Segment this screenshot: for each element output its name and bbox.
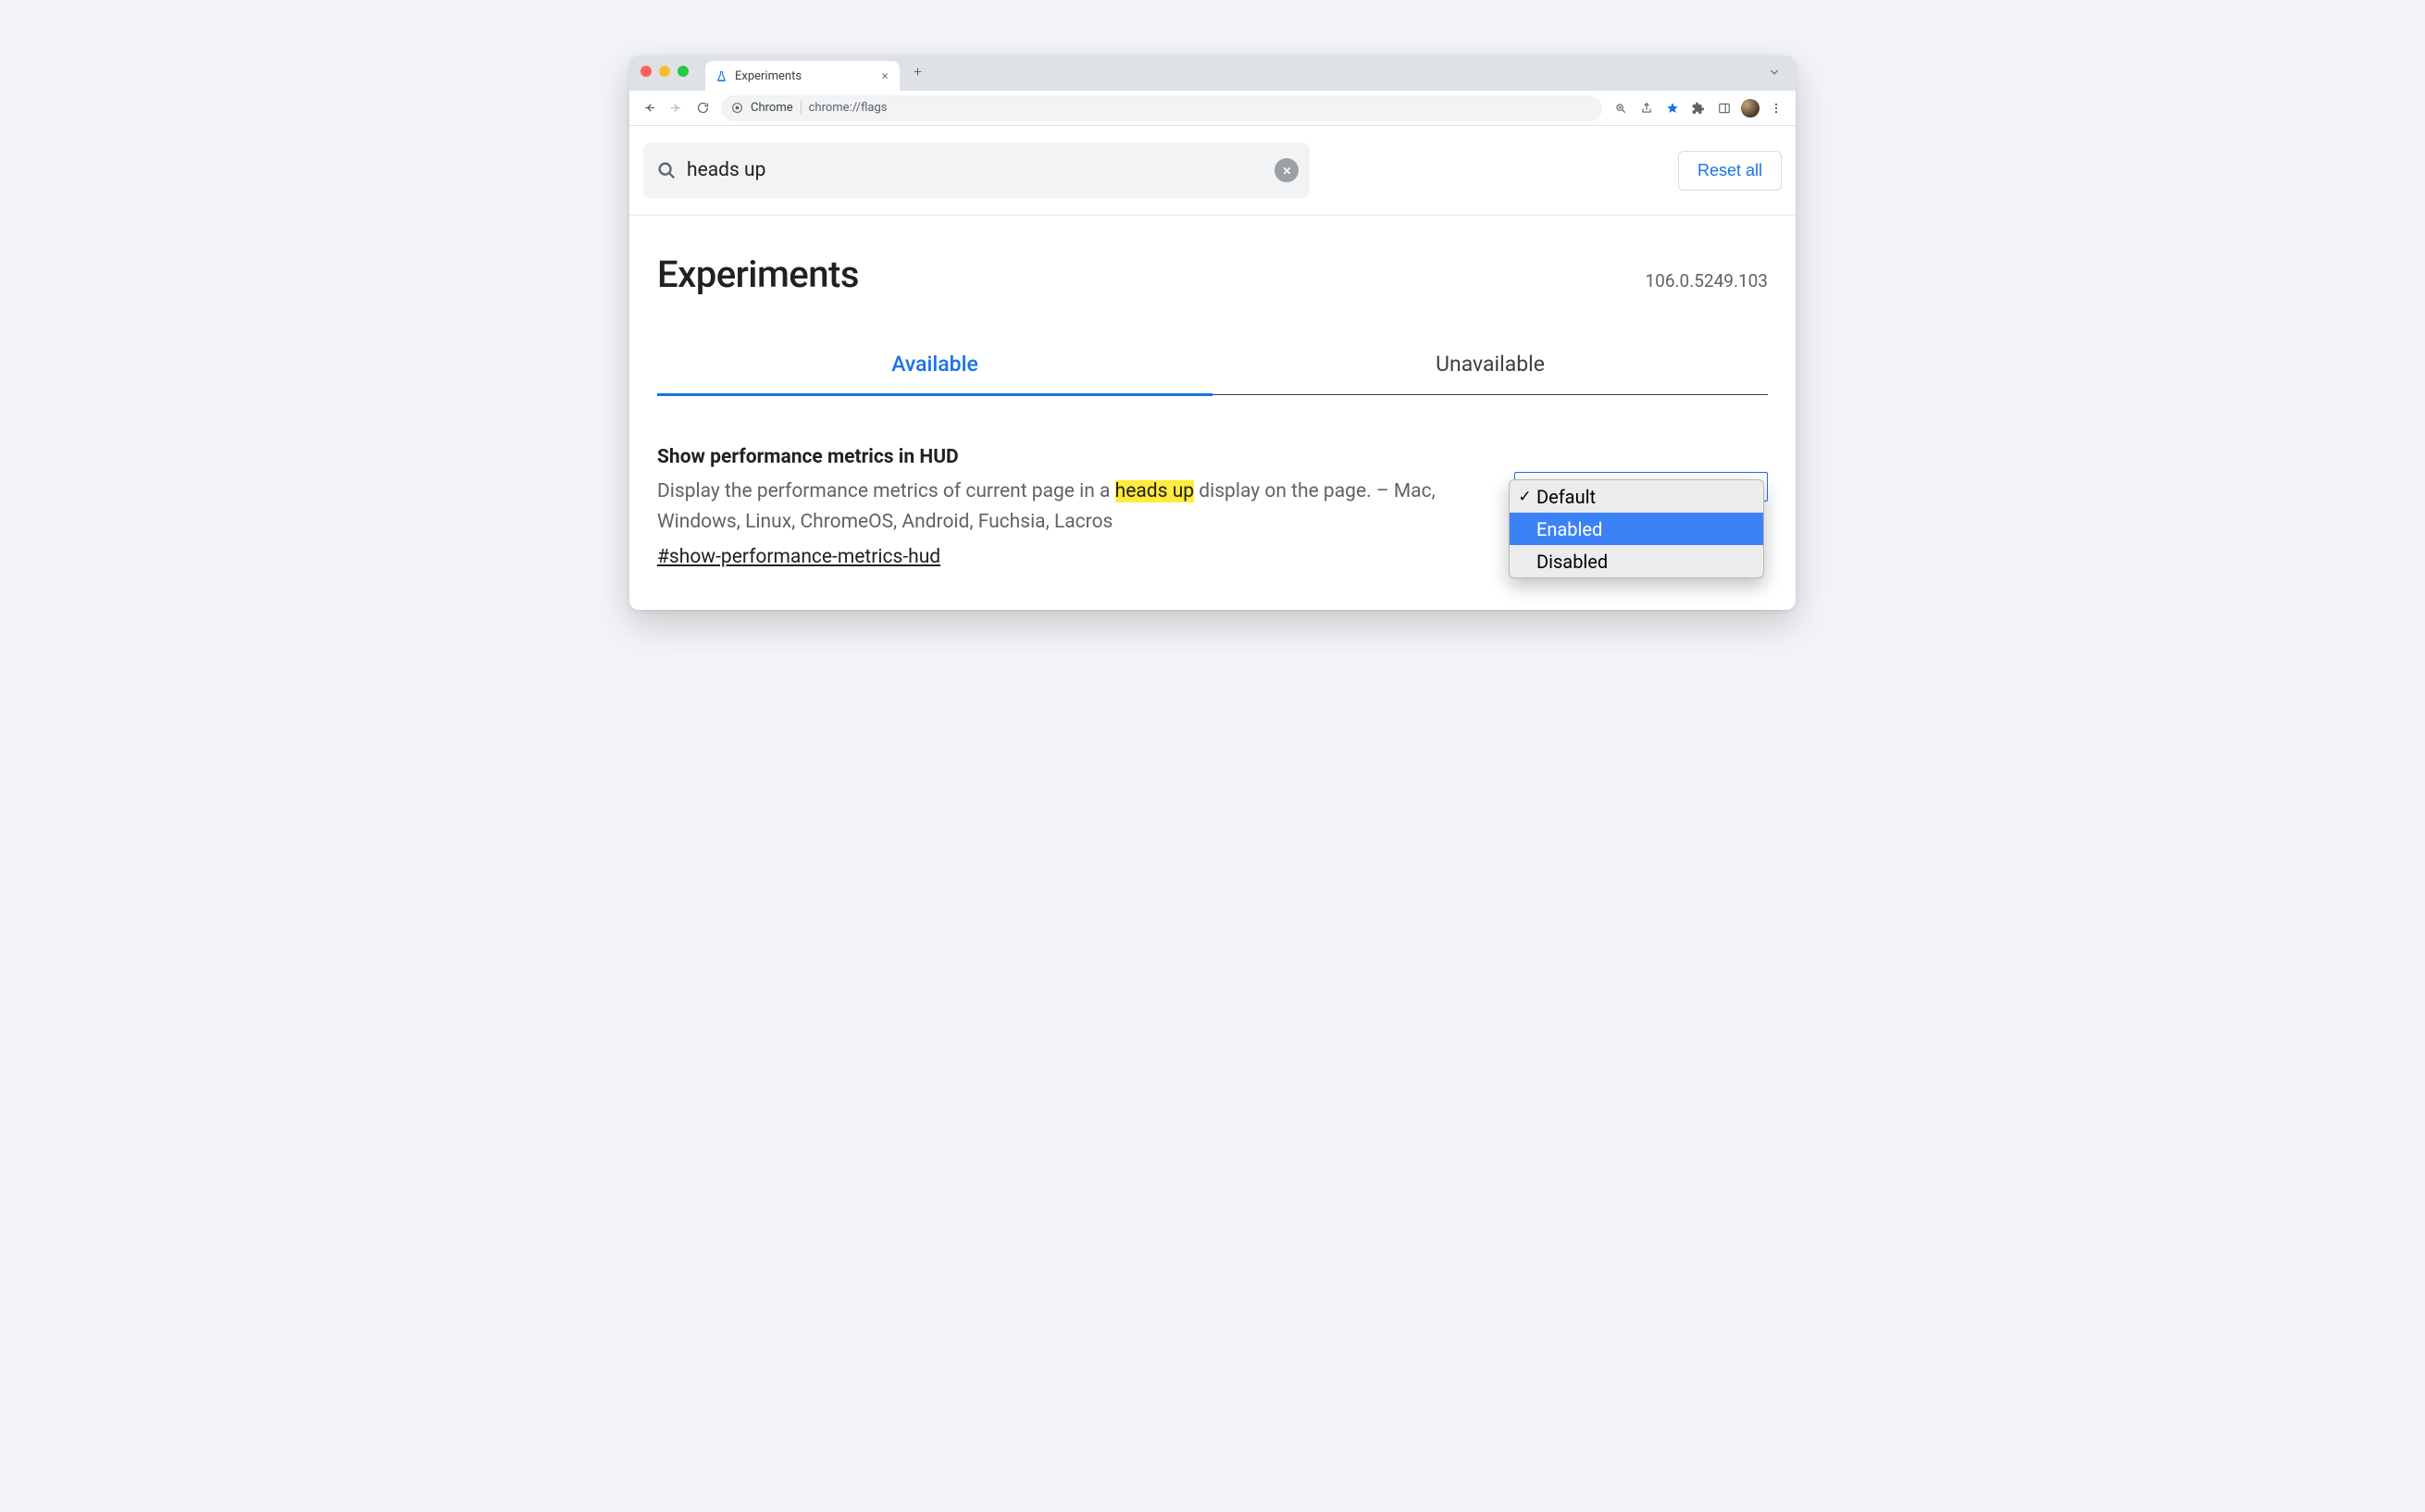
- kebab-menu-icon[interactable]: [1764, 96, 1788, 120]
- option-label: Default: [1536, 486, 1596, 508]
- tabs: Available Unavailable: [657, 352, 1768, 395]
- page-content: Reset all Experiments 106.0.5249.103 Ava…: [629, 126, 1796, 610]
- flag-desc-prefix: Display the performance metrics of curre…: [657, 480, 1115, 502]
- page-title: Experiments: [657, 253, 859, 296]
- forward-button[interactable]: [664, 96, 688, 120]
- omnibox-divider: [801, 101, 802, 115]
- window-controls: [640, 66, 689, 77]
- share-icon[interactable]: [1635, 96, 1659, 120]
- side-panel-icon[interactable]: [1712, 96, 1736, 120]
- new-tab-button[interactable]: [905, 59, 929, 83]
- omnibox-chip: Chrome: [751, 101, 793, 115]
- extensions-icon[interactable]: [1686, 96, 1710, 120]
- browser-toolbar: Chrome chrome://flags: [629, 91, 1796, 126]
- version-label: 106.0.5249.103: [1646, 270, 1769, 291]
- search-input[interactable]: [687, 159, 1264, 181]
- flask-icon: [715, 70, 728, 82]
- close-icon: [1281, 165, 1293, 177]
- search-icon: [656, 160, 677, 180]
- flag-title: Show performance metrics in HUD: [657, 446, 1490, 468]
- flag-text: Show performance metrics in HUD Display …: [657, 446, 1490, 568]
- option-label: Disabled: [1536, 551, 1608, 573]
- reset-all-button[interactable]: Reset all: [1678, 151, 1782, 191]
- dropdown-option-enabled[interactable]: ✓ Enabled: [1510, 513, 1763, 545]
- tab-strip: Experiments: [629, 56, 1796, 91]
- omnibox-url: chrome://flags: [809, 101, 888, 115]
- browser-window: Experiments Chrome chrome://flags: [629, 56, 1796, 610]
- dropdown-option-disabled[interactable]: ✓ Disabled: [1510, 545, 1763, 577]
- flag-desc-highlight: heads up: [1115, 480, 1194, 502]
- heading-row: Experiments 106.0.5249.103: [629, 216, 1796, 296]
- tab-unavailable[interactable]: Unavailable: [1212, 352, 1768, 394]
- tab-list-chevron[interactable]: [1764, 62, 1785, 82]
- reload-button[interactable]: [690, 96, 715, 120]
- flag-anchor-link[interactable]: #show-performance-metrics-hud: [657, 546, 1490, 568]
- toolbar-actions: [1609, 96, 1788, 120]
- window-close-button[interactable]: [640, 66, 652, 77]
- tab-available[interactable]: Available: [657, 352, 1212, 394]
- tab-close-button[interactable]: [878, 69, 891, 82]
- browser-tab[interactable]: Experiments: [705, 61, 900, 91]
- profile-avatar[interactable]: [1741, 99, 1760, 118]
- window-minimize-button[interactable]: [659, 66, 670, 77]
- dropdown-option-default[interactable]: ✓ Default: [1510, 480, 1763, 513]
- zoom-icon[interactable]: [1609, 96, 1633, 120]
- omnibox[interactable]: Chrome chrome://flags: [721, 95, 1602, 121]
- back-button[interactable]: [637, 96, 661, 120]
- check-icon: ✓: [1518, 488, 1532, 506]
- bookmark-star-icon[interactable]: [1660, 96, 1685, 120]
- clear-search-button[interactable]: [1275, 158, 1299, 182]
- chrome-icon: [731, 102, 743, 114]
- tab-title: Experiments: [735, 69, 871, 83]
- search-row: Reset all: [629, 126, 1796, 198]
- search-box: [643, 143, 1310, 198]
- flag-row: Show performance metrics in HUD Display …: [657, 446, 1768, 568]
- flag-description: Display the performance metrics of curre…: [657, 477, 1490, 537]
- window-maximize-button[interactable]: [678, 66, 689, 77]
- flag-dropdown: ✓ Default ✓ Enabled ✓ Disabled: [1509, 479, 1764, 578]
- option-label: Enabled: [1536, 518, 1602, 540]
